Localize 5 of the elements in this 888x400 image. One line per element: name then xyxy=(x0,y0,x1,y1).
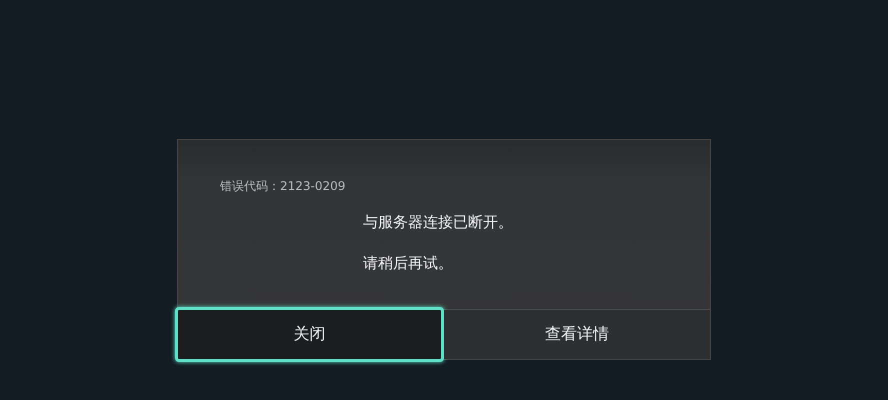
dialog-button[interactable]: 查看详情 xyxy=(444,310,710,359)
error-code: 错误代码：2123-0209 xyxy=(220,178,346,195)
error-message: 请稍后再试。 xyxy=(363,254,454,273)
error-message: 与服务器连接已断开。 xyxy=(363,213,514,232)
dialog-button[interactable]: 关闭 xyxy=(175,307,444,362)
